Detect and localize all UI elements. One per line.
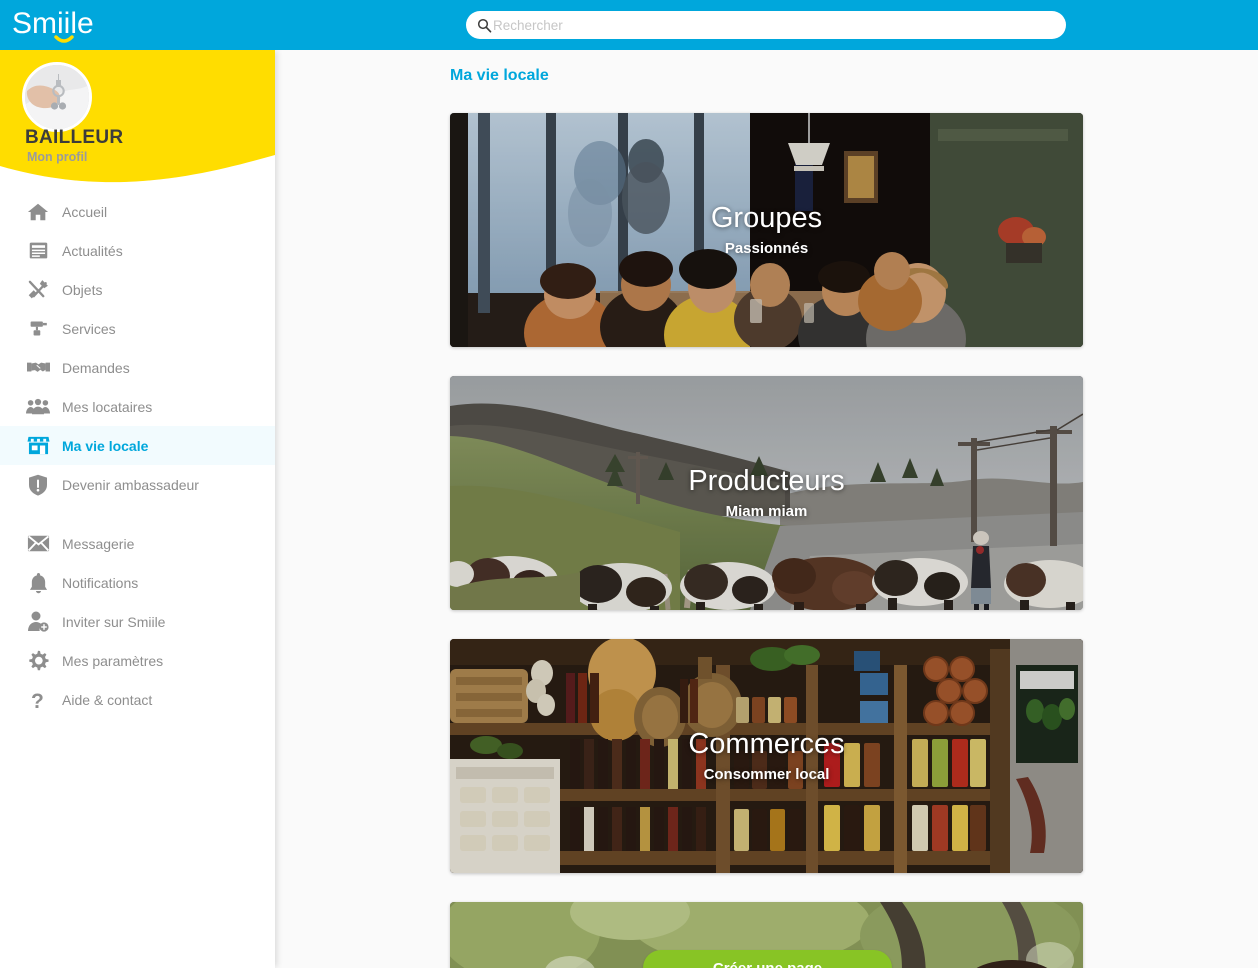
card-title: Groupes: [710, 201, 823, 234]
search-bar[interactable]: [466, 11, 1066, 39]
card-commerces[interactable]: Commerces Consommer local: [450, 639, 1083, 873]
sidebar-item-label: Mes locataires: [62, 398, 153, 415]
handshake-icon: [26, 356, 50, 380]
page-title: Ma vie locale: [450, 67, 549, 84]
shield-icon: [26, 473, 50, 497]
envelope-icon: [26, 532, 50, 556]
sidebar-item-label: Aide & contact: [62, 691, 153, 708]
top-header-bar: Smiile: [0, 0, 1258, 50]
sidebar-item-label: Devenir ambassadeur: [62, 476, 199, 493]
sidebar-item-label: Mes paramètres: [62, 652, 164, 669]
sidebar-item-accueil[interactable]: Accueil: [0, 192, 275, 231]
card-producteurs[interactable]: Producteurs Miam miam: [450, 376, 1083, 610]
sidebar-item-label: Actualités: [62, 242, 123, 259]
sidebar-item-label: Messagerie: [62, 535, 135, 552]
avatar[interactable]: [22, 62, 92, 132]
search-input[interactable]: [493, 12, 1066, 38]
create-page-button[interactable]: Créer une page: [643, 950, 892, 968]
card-title: Commerces: [688, 727, 845, 760]
sidebar-primary-nav: Accueil Actualités Objets Services Deman…: [0, 192, 275, 504]
sidebar-item-inviter-sur-smiile[interactable]: Inviter sur Smiile: [0, 602, 275, 641]
card-groupes[interactable]: Groupes Passionnés: [450, 113, 1083, 347]
profile-subtitle[interactable]: Mon profil: [27, 150, 87, 164]
sidebar-item-demandes[interactable]: Demandes: [0, 348, 275, 387]
sidebar-item-label: Inviter sur Smiile: [62, 613, 166, 630]
card-overlay: Groupes Passionnés: [450, 113, 1083, 347]
sidebar-item-notifications[interactable]: Notifications: [0, 563, 275, 602]
sidebar-item-messagerie[interactable]: Messagerie: [0, 524, 275, 563]
sidebar-item-services[interactable]: Services: [0, 309, 275, 348]
storefront-icon: [26, 434, 50, 458]
tools-icon: [26, 278, 50, 302]
main-content: Ma vie locale Groupes Passionnés Product…: [275, 50, 1258, 968]
sidebar-item-ma-vie-locale[interactable]: Ma vie locale: [0, 426, 275, 465]
sidebar-item-label: Notifications: [62, 574, 139, 591]
smiile-logo[interactable]: Smiile: [12, 4, 108, 46]
sidebar-item-mes-parametres[interactable]: Mes paramètres: [0, 641, 275, 680]
sidebar-item-label: Objets: [62, 281, 103, 298]
sidebar-item-label: Demandes: [62, 359, 130, 376]
profile-name: BAILLEUR: [25, 127, 124, 148]
left-sidebar: BAILLEUR Mon profil Accueil Actualités O…: [0, 50, 275, 968]
local-life-card-list: Groupes Passionnés Producteurs Miam miam…: [450, 113, 1083, 968]
card-overlay: Producteurs Miam miam: [450, 376, 1083, 610]
sidebar-item-actualites[interactable]: Actualités: [0, 231, 275, 270]
card-overlay: Commerces Consommer local: [450, 639, 1083, 873]
people-group-icon: [26, 395, 50, 419]
paint-roller-icon: [26, 317, 50, 341]
card-subtitle: Miam miam: [725, 503, 808, 521]
sidebar-item-mes-locataires[interactable]: Mes locataires: [0, 387, 275, 426]
sidebar-item-aide-contact[interactable]: ? Aide & contact: [0, 680, 275, 719]
sidebar-item-label: Accueil: [62, 203, 108, 220]
card-subtitle: Passionnés: [724, 240, 809, 258]
newspaper-icon: [26, 239, 50, 263]
card-title: Producteurs: [688, 464, 845, 497]
svg-text:?: ?: [31, 690, 44, 711]
card-subtitle: Consommer local: [703, 766, 830, 784]
bell-icon: [26, 571, 50, 595]
user-plus-icon: [26, 610, 50, 634]
gear-icon: [26, 649, 50, 673]
sidebar-item-objets[interactable]: Objets: [0, 270, 275, 309]
svg-text:Smiile: Smiile: [12, 7, 94, 40]
sidebar-secondary-nav: Messagerie Notifications Inviter sur Smi…: [0, 524, 275, 719]
sidebar-item-label: Services: [62, 320, 116, 337]
search-icon: [477, 18, 492, 33]
sidebar-item-devenir-ambassadeur[interactable]: Devenir ambassadeur: [0, 465, 275, 504]
home-icon: [26, 200, 50, 224]
sidebar-item-label: Ma vie locale: [62, 437, 149, 454]
question-mark-icon: ?: [26, 688, 50, 712]
